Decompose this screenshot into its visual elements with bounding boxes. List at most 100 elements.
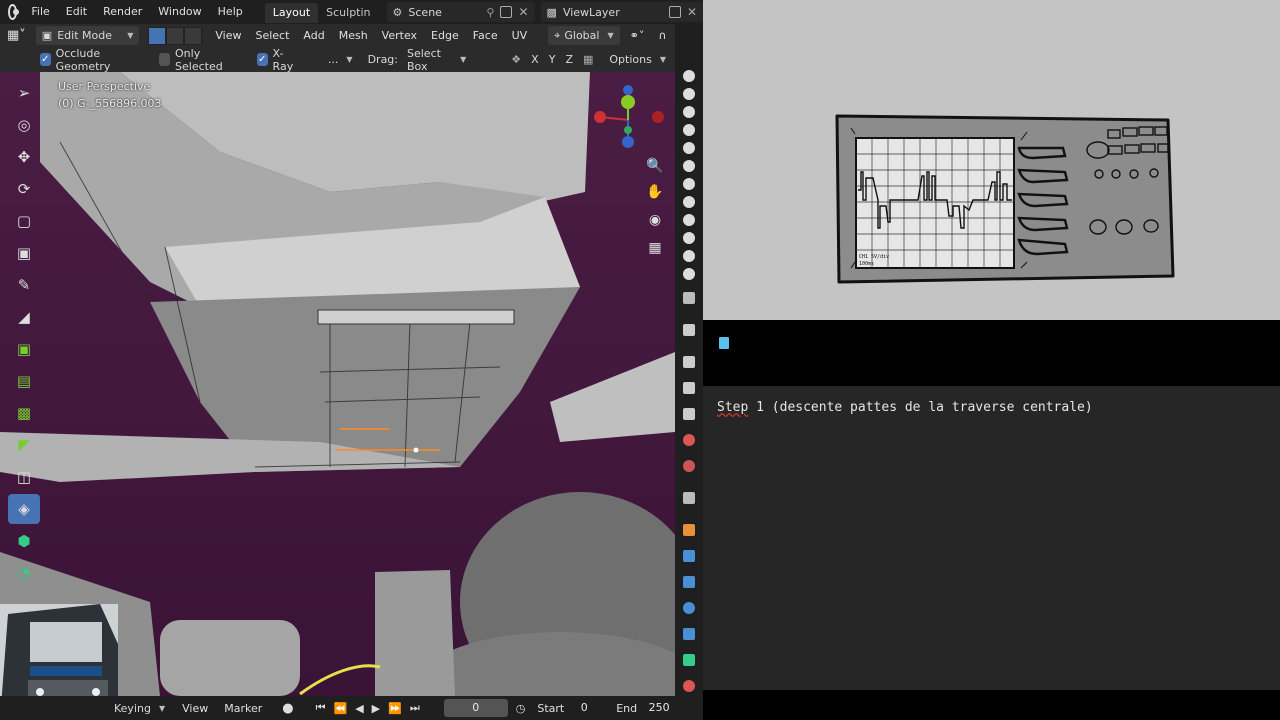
start-field[interactable]: 0 <box>572 699 596 717</box>
loop-cut-icon[interactable]: ◫ <box>8 462 40 492</box>
cursor-tool-icon[interactable]: ◎ <box>8 110 40 140</box>
camera-visibility-icon[interactable] <box>683 232 695 244</box>
timeline-view-menu[interactable]: View <box>174 702 216 715</box>
tab-sculpting[interactable]: Sculptin <box>318 3 378 23</box>
options-dropdown[interactable]: Options ▼ <box>603 50 672 69</box>
tool-settings-icon[interactable] <box>683 324 695 336</box>
menu-select[interactable]: Select <box>248 24 296 47</box>
mirror-icon[interactable]: ❖ <box>511 53 521 66</box>
close-icon[interactable]: ✕ <box>518 5 528 19</box>
annotate-icon[interactable]: ✎ <box>8 270 40 300</box>
jump-end-icon[interactable]: ⏭ <box>410 701 420 715</box>
camera-visibility-icon[interactable] <box>683 160 695 172</box>
move-icon[interactable]: ✥ <box>8 142 40 172</box>
scale-icon[interactable]: ▢ <box>8 206 40 236</box>
menu-edge[interactable]: Edge <box>424 24 466 47</box>
camera-visibility-icon[interactable] <box>683 70 695 82</box>
camera-icon[interactable]: ◉ <box>645 212 665 232</box>
menu-window[interactable]: Window <box>150 0 209 24</box>
axis-x-toggle[interactable]: X <box>531 53 539 66</box>
modifier-wrench-icon[interactable] <box>683 550 695 562</box>
notes-editor[interactable]: Step 1 (descente pattes de la traverse c… <box>703 386 1280 690</box>
world-icon[interactable] <box>683 460 695 472</box>
axis-y-toggle[interactable]: Y <box>549 53 556 66</box>
output-icon[interactable] <box>683 382 695 394</box>
jump-start-icon[interactable]: ⏮ <box>316 701 326 715</box>
mode-dropdown[interactable]: ▣ Edit Mode ▼ <box>35 26 140 45</box>
scene-props-icon[interactable] <box>683 434 695 446</box>
drag-dropdown[interactable]: Select Box ▼ <box>401 47 472 73</box>
vertex-select-icon[interactable] <box>148 26 167 45</box>
timeline-marker-menu[interactable]: Marker <box>216 702 270 715</box>
current-frame-field[interactable]: 0 <box>443 699 508 717</box>
only-selected-checkbox[interactable]: Only Selected <box>159 47 237 73</box>
data-icon[interactable] <box>683 654 695 666</box>
next-keyframe-icon[interactable]: ⏩ <box>388 702 402 715</box>
camera-visibility-icon[interactable] <box>683 124 695 136</box>
camera-visibility-icon[interactable] <box>683 178 695 190</box>
menu-edit[interactable]: Edit <box>58 0 95 24</box>
menu-help[interactable]: Help <box>210 0 251 24</box>
menu-render[interactable]: Render <box>95 0 150 24</box>
inset-icon[interactable]: ▩ <box>8 398 40 428</box>
object-props-icon[interactable] <box>683 524 695 536</box>
pin-icon[interactable]: ⚲ <box>486 6 494 19</box>
menu-mesh[interactable]: Mesh <box>332 24 375 47</box>
grid-icon[interactable]: ▦ <box>583 53 593 66</box>
extrude-icon[interactable]: ▤ <box>8 366 40 396</box>
document-icon[interactable] <box>719 337 729 349</box>
menu-add[interactable]: Add <box>296 24 331 47</box>
render-icon[interactable] <box>683 356 695 368</box>
physics-icon[interactable] <box>683 602 695 614</box>
snap-icon[interactable]: ∩ <box>651 24 673 47</box>
camera-visibility-icon[interactable] <box>683 88 695 100</box>
knife-icon[interactable]: ◈ <box>8 494 40 524</box>
rotate-icon[interactable]: ⟳ <box>8 174 40 204</box>
select-cursor-icon[interactable]: ➢ <box>8 78 40 108</box>
camera-visibility-icon[interactable] <box>683 250 695 262</box>
more-dropdown[interactable]: ... ▼ <box>322 50 359 69</box>
occlude-geometry-checkbox[interactable]: ✓ Occlude Geometry <box>40 47 139 73</box>
add-cube-icon[interactable]: ▣ <box>8 334 40 364</box>
constraints-icon[interactable] <box>683 628 695 640</box>
poly-build-icon[interactable]: ⬢ <box>8 526 40 556</box>
clock-icon[interactable]: ◷ <box>516 702 526 715</box>
menu-vertex[interactable]: Vertex <box>375 24 424 47</box>
camera-visibility-icon[interactable] <box>683 196 695 208</box>
blender-logo-icon[interactable] <box>8 4 20 20</box>
menu-file[interactable]: File <box>23 0 57 24</box>
particles-icon[interactable] <box>683 576 695 588</box>
view-layer-icon[interactable] <box>683 408 695 420</box>
bevel-icon[interactable]: ◤ <box>8 430 40 460</box>
transform-icon[interactable]: ▣ <box>8 238 40 268</box>
camera-visibility-icon[interactable] <box>683 142 695 154</box>
camera-visibility-icon[interactable] <box>683 106 695 118</box>
new-scene-icon[interactable] <box>500 6 513 18</box>
zoom-icon[interactable]: 🔍 <box>645 158 665 178</box>
scene-selector[interactable]: ⚙ Scene ⚲ ✕ <box>386 2 535 22</box>
viewlayer-selector[interactable]: ▩ ViewLayer ✕ <box>540 2 703 22</box>
camera-visibility-icon[interactable] <box>683 268 695 280</box>
hand-icon[interactable]: ✋ <box>645 184 665 204</box>
pivot-icon[interactable]: ⚭˅ <box>623 24 652 47</box>
keying-dropdown[interactable]: Keying ▼ <box>108 699 171 718</box>
measure-icon[interactable]: ◢ <box>8 302 40 332</box>
editor-type-icon[interactable]: ▦˅ <box>0 24 33 47</box>
xray-checkbox[interactable]: ✓ X-Ray <box>257 47 298 73</box>
transform-orientation-dropdown[interactable]: ⌖ Global ▼ <box>548 26 620 45</box>
camera-visibility-icon[interactable] <box>683 214 695 226</box>
spin-icon[interactable]: ◔ <box>8 558 40 588</box>
navigation-gizmo[interactable] <box>590 82 670 152</box>
menu-uv[interactable]: UV <box>505 24 535 47</box>
material-icon[interactable] <box>683 680 695 692</box>
3d-viewport[interactable]: User Perspective (0) G-_556896.003 🔍 ✋ ◉… <box>0 72 675 696</box>
collection-icon[interactable] <box>683 492 695 504</box>
record-icon[interactable]: ● <box>282 701 293 716</box>
end-field[interactable]: 250 <box>645 699 673 717</box>
play-icon[interactable]: ▶ <box>372 702 380 715</box>
menu-face[interactable]: Face <box>466 24 505 47</box>
tab-layout[interactable]: Layout <box>264 3 319 23</box>
play-reverse-icon[interactable]: ◀ <box>355 702 363 715</box>
face-select-icon[interactable] <box>184 26 203 45</box>
new-viewlayer-icon[interactable] <box>668 6 681 18</box>
